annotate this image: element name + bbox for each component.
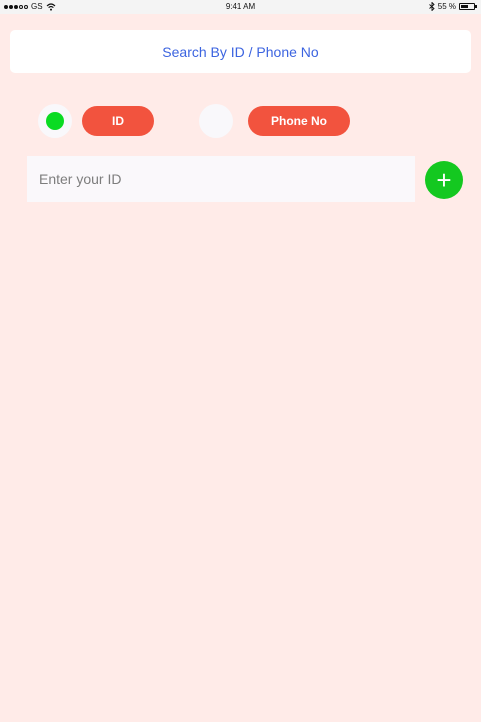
- radio-id[interactable]: [38, 104, 72, 138]
- status-right: 55 %: [428, 2, 477, 11]
- status-time: 9:41 AM: [225, 2, 256, 11]
- id-input[interactable]: Enter your ID: [27, 156, 415, 202]
- battery-icon: [459, 3, 477, 10]
- plus-icon: +: [436, 165, 452, 195]
- phone-option-button[interactable]: Phone No: [248, 106, 350, 136]
- radio-selected-dot: [46, 112, 64, 130]
- battery-level: [461, 5, 468, 8]
- id-option-button[interactable]: ID: [82, 106, 154, 136]
- id-input-placeholder: Enter your ID: [39, 171, 122, 187]
- radio-phone[interactable]: [199, 104, 233, 138]
- bluetooth-icon: [428, 2, 435, 11]
- status-bar: GS 9:41 AM 55 %: [0, 0, 481, 14]
- phone-option-label: Phone No: [271, 114, 327, 128]
- header-card: Search By ID / Phone No: [10, 30, 471, 73]
- id-option-label: ID: [112, 114, 124, 128]
- add-button[interactable]: +: [425, 161, 463, 199]
- battery-percent: 55 %: [437, 2, 456, 11]
- page-title: Search By ID / Phone No: [162, 43, 319, 60]
